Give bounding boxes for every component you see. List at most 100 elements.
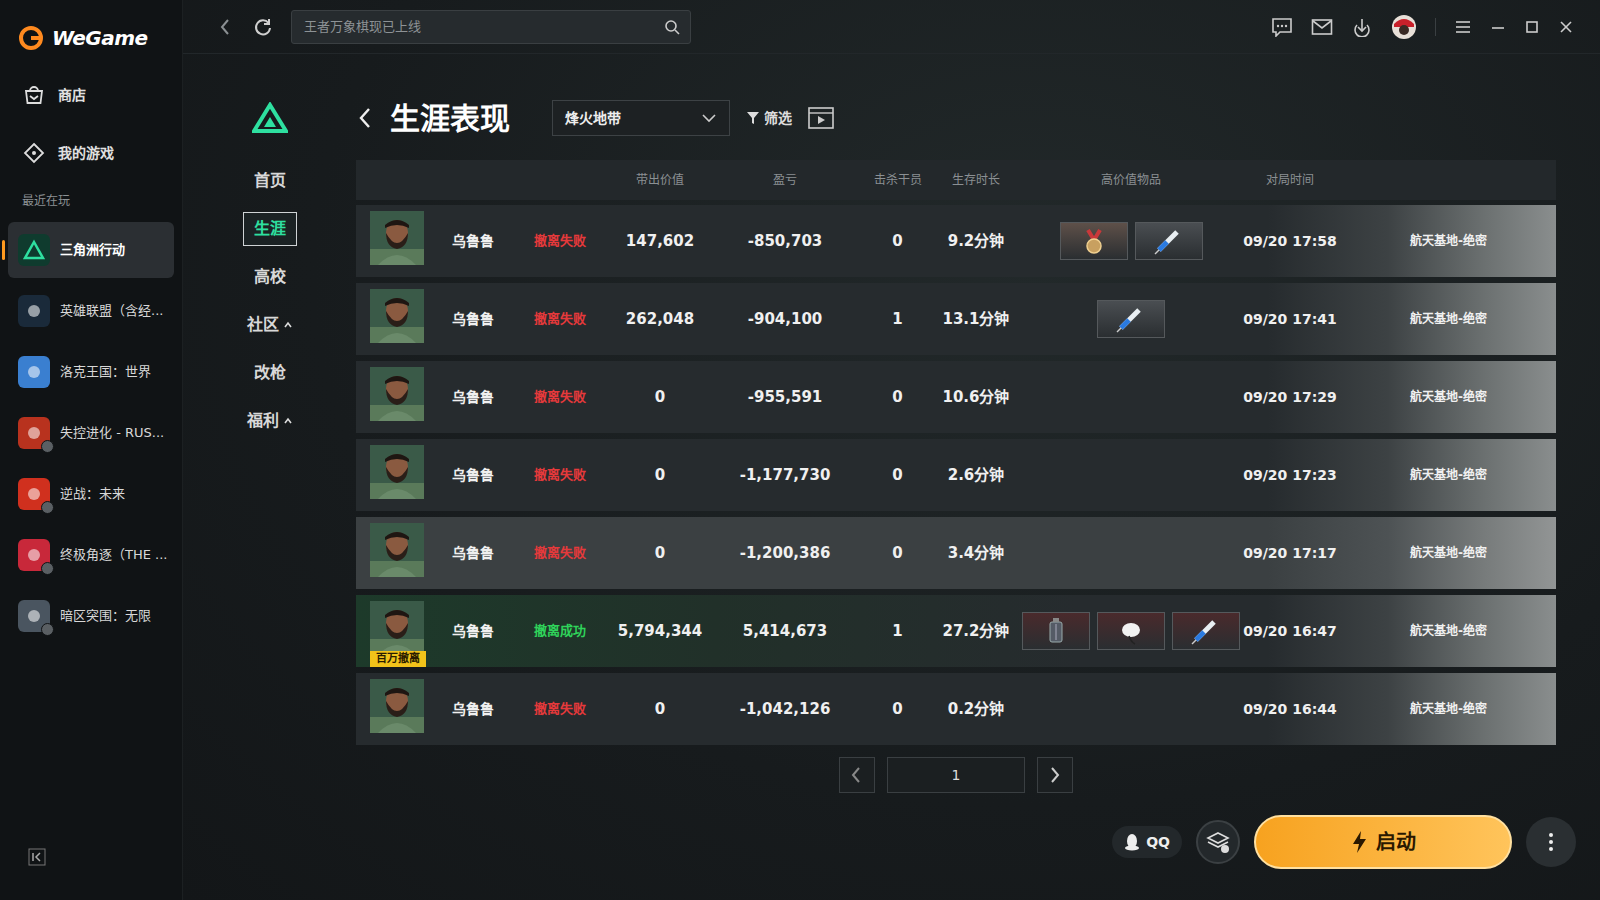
game-item[interactable]: 失控进化 - RUS... [8, 405, 174, 461]
map-name: 航天基地-绝密 [1340, 388, 1556, 406]
launch-button[interactable]: 启动 [1254, 815, 1512, 869]
carried-value: 5,794,344 [615, 620, 705, 643]
game-nav-item[interactable]: 首页 [243, 164, 297, 198]
game-item[interactable]: 终极角逐（THE ... [8, 527, 174, 583]
maximize-icon[interactable] [1524, 19, 1540, 35]
player-name: 乌鲁鲁 [440, 309, 505, 330]
column-header: 高价值物品 [1022, 171, 1240, 189]
sidebar-item[interactable]: 商店 [8, 66, 174, 124]
launch-label: 启动 [1376, 827, 1416, 857]
replay-icon[interactable] [808, 107, 834, 129]
extraction-result: 撤离失败 [505, 387, 615, 407]
table-row[interactable]: 乌鲁鲁撤离失败147,602-850,70309.2分钟09/20 17:58航… [356, 205, 1556, 277]
player-name: 乌鲁鲁 [440, 699, 505, 720]
game-item[interactable]: 三角洲行动 [8, 222, 174, 278]
close-icon[interactable] [1558, 19, 1574, 35]
minimize-icon[interactable] [1490, 19, 1506, 35]
qq-account[interactable]: QQ [1112, 826, 1182, 858]
item-slot[interactable] [1135, 222, 1203, 260]
column-header: 盈亏 [705, 171, 865, 189]
operator-avatar-icon [370, 211, 424, 265]
game-logo[interactable] [252, 102, 288, 140]
prev-page-button[interactable] [839, 757, 875, 793]
item-slot[interactable] [1097, 612, 1165, 650]
lightning-icon [1350, 830, 1368, 854]
map-name: 航天基地-绝密 [1340, 466, 1556, 484]
download-manager-icon[interactable] [1351, 17, 1373, 37]
user-avatar-icon[interactable] [1391, 14, 1417, 40]
refresh-icon[interactable] [253, 17, 273, 37]
game-label: 逆战：未来 [60, 484, 125, 504]
extraction-result: 撤离失败 [505, 699, 615, 719]
search-field[interactable] [291, 10, 691, 44]
game-item[interactable]: 暗区突围：无限 [8, 588, 174, 644]
collapse-icon [28, 848, 46, 866]
back-icon[interactable] [217, 17, 235, 37]
page-number[interactable]: 1 [887, 757, 1025, 793]
profit-loss: -955,591 [705, 386, 865, 409]
table-row[interactable]: 百万撤离乌鲁鲁撤离成功5,794,3445,414,673127.2分钟09/2… [356, 595, 1556, 667]
avatar [356, 679, 440, 739]
download-icon [41, 501, 54, 514]
match-time: 09/20 17:58 [1240, 231, 1340, 252]
item-slot[interactable] [1172, 612, 1240, 650]
search-input[interactable] [302, 16, 664, 38]
item-slot[interactable] [1060, 222, 1128, 260]
download-icon [41, 562, 54, 575]
sidebar-item[interactable]: 我的游戏 [8, 124, 174, 182]
table-row[interactable]: 乌鲁鲁撤离失败262,048-904,100113.1分钟09/20 17:41… [356, 283, 1556, 355]
survival-time: 3.4分钟 [930, 542, 1022, 565]
profit-loss: -1,200,386 [705, 542, 865, 565]
table-row[interactable]: 乌鲁鲁撤离失败0-955,591010.6分钟09/20 17:29航天基地-绝… [356, 361, 1556, 433]
logo[interactable]: WeGame [8, 10, 174, 66]
item-slot[interactable] [1022, 612, 1090, 650]
delta-force-logo-icon [252, 102, 288, 134]
game-nav-item[interactable]: 高校 [243, 260, 297, 294]
map-name: 航天基地-绝密 [1340, 310, 1556, 328]
game-nav-label: 高校 [254, 265, 286, 289]
game-label: 英雄联盟（含经... [60, 301, 163, 321]
kill-count: 0 [865, 386, 930, 409]
game-icon [18, 539, 50, 571]
chevron-right-icon [1046, 765, 1064, 785]
menu-icon[interactable] [1454, 19, 1472, 35]
chat-icon[interactable] [1271, 17, 1293, 37]
recent-label: 最近在玩 [8, 182, 174, 222]
operator-avatar-icon [370, 445, 424, 499]
accelerator-button[interactable] [1196, 820, 1240, 864]
game-nav-item[interactable]: 社区 [236, 308, 304, 342]
table-body: 乌鲁鲁撤离失败147,602-850,70309.2分钟09/20 17:58航… [356, 205, 1556, 745]
match-time: 09/20 17:29 [1240, 387, 1340, 408]
item-slot[interactable] [1097, 300, 1165, 338]
kill-count: 0 [865, 542, 930, 565]
table-row[interactable]: 乌鲁鲁撤离失败0-1,042,12600.2分钟09/20 16:44航天基地-… [356, 673, 1556, 745]
map-name: 航天基地-绝密 [1340, 544, 1556, 562]
download-icon [41, 440, 54, 453]
filter-button[interactable]: 筛选 [746, 108, 792, 129]
game-nav-item[interactable]: 生涯 [243, 212, 297, 246]
chevron-down-icon [701, 113, 717, 123]
kill-count: 0 [865, 230, 930, 253]
game-nav-item[interactable]: 福利 [236, 404, 304, 438]
syringe-icon [1182, 616, 1230, 646]
career-panel: 生涯表现烽火地带筛选带出价值盈亏击杀干员生存时长高价值物品对局时间乌鲁鲁撤离失败… [356, 54, 1556, 900]
back-icon[interactable] [356, 106, 374, 130]
game-item[interactable]: 洛克王国：世界 [8, 344, 174, 400]
avatar [356, 367, 440, 427]
table-row[interactable]: 乌鲁鲁撤离失败0-1,177,73002.6分钟09/20 17:23航天基地-… [356, 439, 1556, 511]
game-nav-item[interactable]: 改枪 [243, 356, 297, 390]
table-row[interactable]: 乌鲁鲁撤离失败0-1,200,38603.4分钟09/20 17:17航天基地-… [356, 517, 1556, 589]
game-item[interactable]: 英雄联盟（含经... [8, 283, 174, 339]
mode-dropdown[interactable]: 烽火地带 [552, 100, 730, 136]
game-item[interactable]: 逆战：未来 [8, 466, 174, 522]
high-value-items [1022, 300, 1240, 338]
filter-icon [746, 111, 760, 125]
game-label: 暗区突围：无限 [60, 606, 151, 626]
search-icon[interactable] [664, 19, 680, 35]
match-time: 09/20 16:44 [1240, 699, 1340, 720]
mail-icon[interactable] [1311, 18, 1333, 36]
collapse-button[interactable] [8, 848, 174, 872]
separator [1435, 18, 1436, 36]
more-button[interactable] [1526, 817, 1576, 867]
next-page-button[interactable] [1037, 757, 1073, 793]
